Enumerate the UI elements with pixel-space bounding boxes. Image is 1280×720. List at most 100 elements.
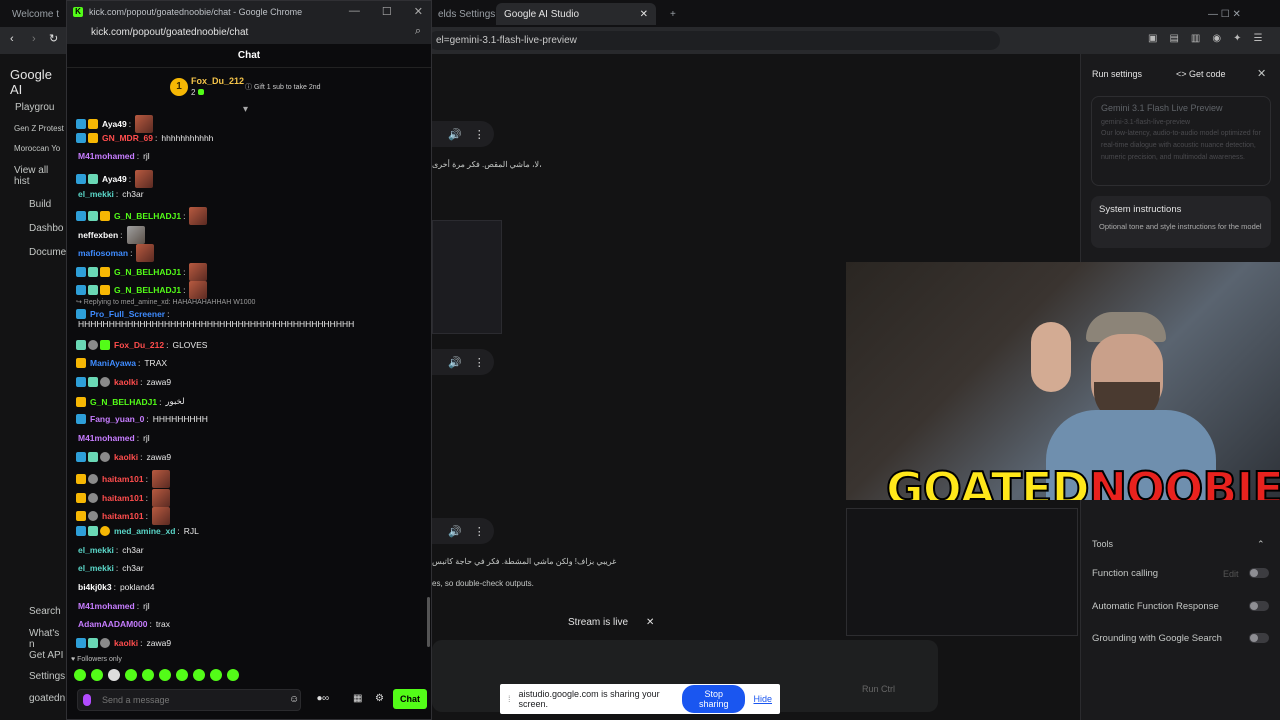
nav-history-item[interactable]: Gen Z Protest [14,124,64,133]
chat-username[interactable]: G_N_BELHADJ1 [114,211,181,221]
drag-handle-icon[interactable]: ⁞ [508,694,511,704]
mic-icon[interactable] [83,694,91,706]
chat-username[interactable]: el_mekki [78,563,114,573]
function-calling-toggle[interactable] [1249,568,1269,578]
back-icon[interactable]: ‹ [10,33,14,45]
window-controls[interactable]: — ☐ ✕ [1200,3,1249,25]
chat-send-button[interactable]: Chat [393,689,427,709]
chat-username[interactable]: bi4kj0k3 [78,582,112,592]
quick-emote[interactable] [193,669,205,681]
quick-emote[interactable] [74,669,86,681]
forward-icon[interactable]: › [32,33,36,45]
chat-username[interactable]: Fang_yuan_0 [90,414,144,424]
window-controls[interactable]: — ☐ ✕ [349,5,423,18]
quick-emote[interactable] [227,669,239,681]
zoom-icon[interactable]: ⌕ [415,25,421,38]
chat-username[interactable]: el_mekki [78,545,114,555]
new-tab-icon[interactable]: + [662,3,684,25]
toolbar-icons[interactable]: ▣▤▥◉✦☰ [1148,33,1274,44]
address-bar[interactable]: el=gemini-3.1-flash-live-preview [428,31,1000,50]
chat-message-input[interactable] [77,689,301,711]
get-code-button[interactable]: <> Get code [1176,69,1226,79]
emoji-icon[interactable]: ☺ [289,694,299,705]
chat-username[interactable]: Aya49 [102,119,127,129]
audio-message-pill[interactable]: 🔊 ⋮ [432,518,494,544]
chat-username[interactable]: haitam101 [102,511,144,521]
close-icon[interactable]: ✕ [1257,67,1266,80]
audio-message-pill[interactable]: 🔊 ⋮ [432,121,494,147]
chat-scrollbar[interactable] [427,597,430,647]
quick-emote[interactable] [142,669,154,681]
nav-whats-new[interactable]: What's n [29,628,66,650]
nav-get-api[interactable]: Get API [29,650,63,661]
screen-share-thumbnail[interactable] [432,220,502,334]
nav-history-item[interactable]: Moroccan Yo [14,144,60,153]
chat-username[interactable]: G_N_BELHADJ1 [90,397,157,407]
chat-username[interactable]: kaolki [114,377,138,387]
chat-username[interactable]: kaolki [114,638,138,648]
chat-username[interactable]: GN_MDR_69 [102,133,153,143]
run-button[interactable]: Run Ctrl [862,684,895,694]
more-icon[interactable]: ⋮ [474,525,485,538]
emote-picker-icon[interactable]: ⦁∞ [317,693,329,704]
volume-icon[interactable]: 🔊 [448,128,462,141]
tab-welcome[interactable]: Welcome t [4,3,67,25]
chat-username[interactable]: med_amine_xd [114,526,175,536]
quick-emote[interactable] [210,669,222,681]
chat-username[interactable]: neffexben [78,230,118,240]
volume-icon[interactable]: 🔊 [448,525,462,538]
auto-function-toggle[interactable] [1249,601,1269,611]
close-icon[interactable]: ✕ [640,9,648,20]
chat-username[interactable]: ManiAyawa [90,358,136,368]
chat-username[interactable]: G_N_BELHADJ1 [114,285,181,295]
chat-username[interactable]: Pro_Full_Screener [90,309,165,319]
tab-ai-studio[interactable]: Google AI Studio ✕ [496,3,656,25]
chevron-up-icon[interactable]: ⌃ [1257,539,1265,550]
quick-emote[interactable] [108,669,120,681]
maximize-icon[interactable]: ☐ [382,5,392,18]
leaderboard-banner[interactable]: 1 Fox_Du_212 2 ⓘ Gift 1 sub to take 2nd … [67,68,431,115]
volume-icon[interactable]: 🔊 [448,356,462,369]
more-icon[interactable]: ⋮ [474,128,485,141]
nav-playground[interactable]: Playgrou [15,102,54,113]
nav-settings[interactable]: Settings [29,671,65,682]
nav-documentation[interactable]: Docume [29,247,66,258]
gear-icon[interactable]: ⚙ [375,693,384,704]
chat-username[interactable]: AdamAADAM000 [78,619,147,629]
chat-username[interactable]: Fox_Du_212 [114,340,164,350]
more-icon[interactable]: ⋮ [474,356,485,369]
reload-icon[interactable]: ↻ [49,32,58,45]
chat-username[interactable]: M41mohamed [78,151,135,161]
chat-username[interactable]: kaolki [114,452,138,462]
quick-emote[interactable] [125,669,137,681]
hide-link[interactable]: Hide [753,694,772,704]
chat-username[interactable]: haitam101 [102,493,144,503]
chat-username[interactable]: mafiosoman [78,248,128,258]
quick-emote[interactable] [91,669,103,681]
popout-url-bar[interactable]: kick.com/popout/goatednoobie/chat [67,22,431,44]
chat-username[interactable]: G_N_BELHADJ1 [114,267,181,277]
chat-username[interactable]: haitam101 [102,474,144,484]
nav-view-all-history[interactable]: View all hist [14,165,66,187]
close-icon[interactable]: ✕ [646,617,654,628]
grounding-toggle[interactable] [1249,633,1269,643]
system-instructions-card[interactable]: System instructions Optional tone and st… [1091,196,1271,248]
nav-account[interactable]: goatedn [29,693,65,704]
nav-build[interactable]: Build [29,199,51,210]
chat-username[interactable]: Aya49 [102,174,127,184]
quick-emote[interactable] [176,669,188,681]
audio-message-pill[interactable]: 🔊 ⋮ [432,349,494,375]
model-card[interactable]: Gemini 3.1 Flash Live Preview gemini-3.1… [1091,96,1271,186]
close-icon[interactable]: ✕ [414,5,423,18]
chat-username[interactable]: M41mohamed [78,601,135,611]
store-icon[interactable]: ▦ [353,693,362,704]
minimize-icon[interactable]: — [349,5,360,18]
nav-dashboard[interactable]: Dashbo [29,223,63,234]
tab-fields-settings[interactable]: elds Settings [430,3,503,25]
chat-username[interactable]: M41mohamed [78,433,135,443]
chat-username[interactable]: el_mekki [78,189,114,199]
stop-sharing-button[interactable]: Stop sharing [682,685,746,713]
quick-emote[interactable] [159,669,171,681]
edit-button[interactable]: Edit [1223,569,1239,579]
nav-search[interactable]: Search [29,606,61,617]
